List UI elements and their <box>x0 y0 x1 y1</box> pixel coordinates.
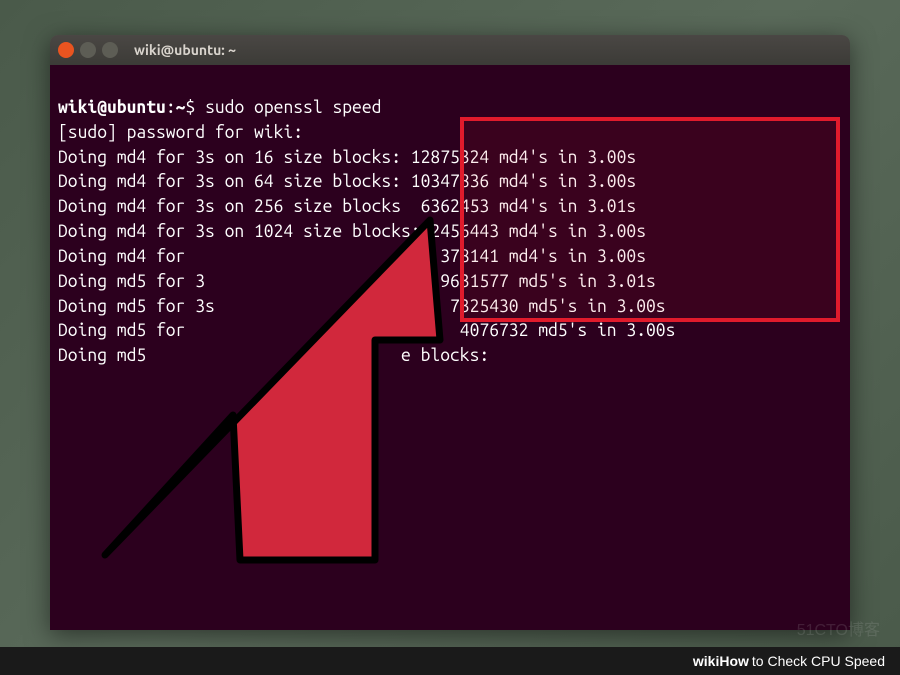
close-icon[interactable] <box>58 42 74 58</box>
watermark-text: 51CTO博客 <box>797 616 880 640</box>
output-line: Doing md5 for locks 4076732 md5's in 3.0… <box>58 321 675 340</box>
output-line: Doing md5 e blocks: <box>58 346 489 365</box>
output-line: Doing md4 for 3s on 16 size blocks: 1287… <box>58 148 636 167</box>
prompt-path: ~ <box>176 98 186 117</box>
output-line: Doing md5 for 3s cks: 7325430 md5's in 3… <box>58 297 666 316</box>
prompt-symbol: $ <box>185 98 195 117</box>
output-line: Doing md4 for 3s on 256 size blocks 6362… <box>58 197 636 216</box>
sudo-prompt: [sudo] password for wiki: <box>58 123 303 142</box>
footer-brand: wikiHow <box>693 653 749 669</box>
terminal-window: wiki@ubuntu: ~ wiki@ubuntu:~$ sudo opens… <box>50 35 850 630</box>
minimize-icon[interactable] <box>80 42 96 58</box>
output-line: Doing md4 for s: 378141 md4's in 3.00s <box>58 247 646 266</box>
maximize-icon[interactable] <box>102 42 118 58</box>
output-line: Doing md4 for 3s on 64 size blocks: 1034… <box>58 172 636 191</box>
output-line: Doing md5 for 3 s: 9631577 md5's in 3.01… <box>58 272 656 291</box>
footer-text: to Check CPU Speed <box>752 653 885 669</box>
titlebar[interactable]: wiki@ubuntu: ~ <box>50 35 850 65</box>
footer-bar: wikiHow to Check CPU Speed <box>0 647 900 675</box>
window-title: wiki@ubuntu: ~ <box>134 42 236 58</box>
output-line: Doing md4 for 3s on 1024 size blocks: 24… <box>58 222 646 241</box>
prompt-user: wiki@ubuntu <box>58 98 166 117</box>
terminal-body[interactable]: wiki@ubuntu:~$ sudo openssl speed [sudo]… <box>50 65 850 630</box>
command-text: sudo openssl speed <box>205 98 381 117</box>
prompt-sep: : <box>166 98 176 117</box>
